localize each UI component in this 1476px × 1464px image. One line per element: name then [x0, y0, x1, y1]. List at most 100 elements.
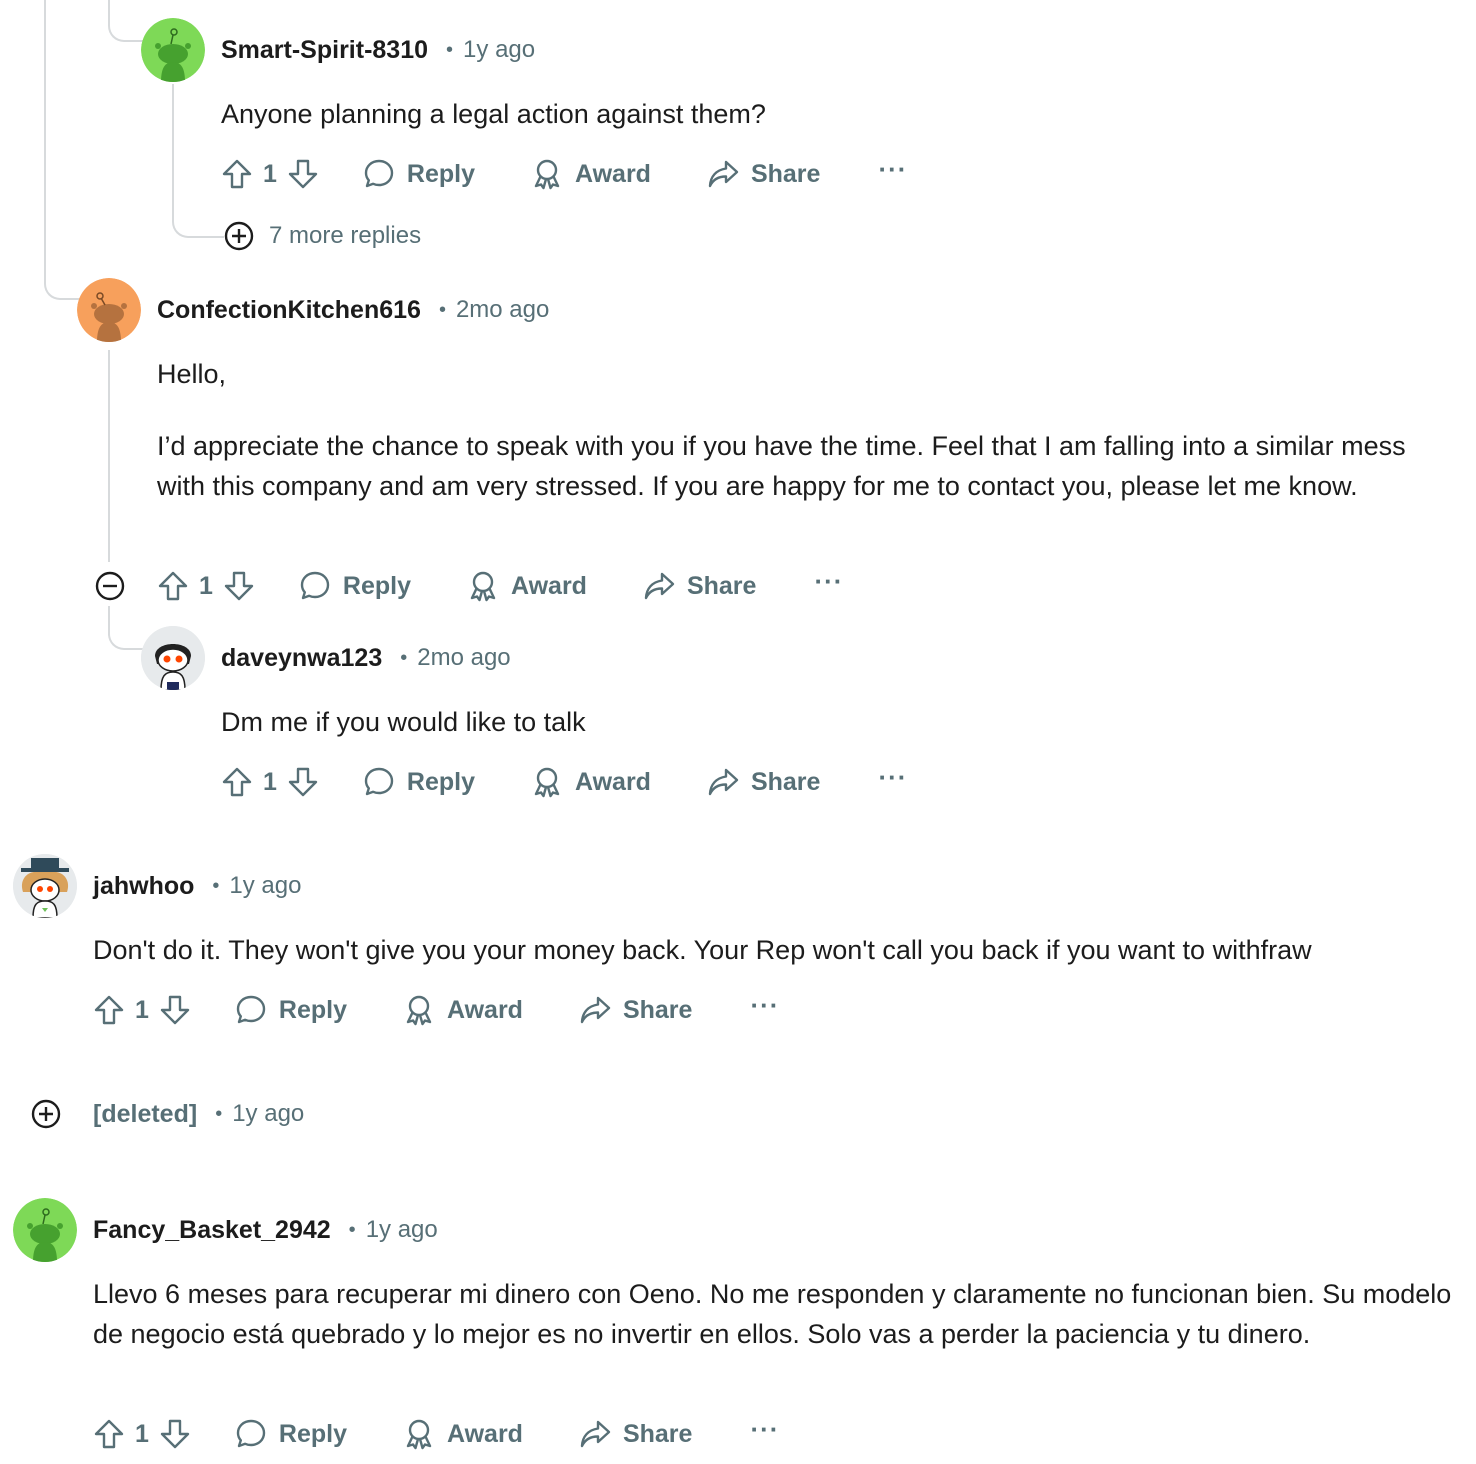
- award-button[interactable]: Award: [531, 158, 651, 190]
- custom-avatar-icon: [141, 626, 205, 690]
- comment-paragraph: Hello,: [157, 359, 227, 389]
- timestamp[interactable]: 2mo ago: [417, 644, 510, 672]
- share-label: Share: [750, 767, 821, 796]
- reply-button[interactable]: Reply: [363, 158, 475, 190]
- timestamp[interactable]: 1y ago: [229, 872, 301, 900]
- downvote-icon[interactable]: [287, 158, 319, 190]
- more-options-button[interactable]: ···: [878, 764, 907, 797]
- separator-dot: •: [446, 38, 454, 61]
- collapse-thread-icon[interactable]: [94, 570, 126, 602]
- share-button[interactable]: Share: [707, 766, 820, 798]
- upvote-icon[interactable]: [157, 570, 189, 602]
- comment-actions: 1 Reply Award Share ···: [93, 1412, 779, 1456]
- award-button[interactable]: Award: [403, 1418, 523, 1450]
- snoo-avatar-icon: [77, 278, 141, 342]
- award-button[interactable]: Award: [531, 766, 651, 798]
- share-button[interactable]: Share: [643, 570, 756, 602]
- timestamp[interactable]: 2mo ago: [456, 296, 549, 324]
- thread-line: [108, 350, 112, 562]
- separator-dot: •: [400, 646, 408, 669]
- share-icon: [579, 1418, 611, 1450]
- reply-button[interactable]: Reply: [235, 1418, 347, 1450]
- author-name[interactable]: jahwhoo: [93, 872, 194, 901]
- timestamp[interactable]: 1y ago: [232, 1100, 304, 1128]
- vote-count: 1: [263, 159, 277, 188]
- share-label: Share: [622, 1419, 693, 1448]
- award-label: Award: [511, 571, 587, 600]
- custom-avatar-icon: [13, 854, 77, 918]
- vote-count: 1: [263, 767, 277, 796]
- expand-thread-icon[interactable]: [30, 1098, 62, 1130]
- comment-body: Llevo 6 meses para recuperar mi dinero c…: [93, 1274, 1453, 1354]
- comment-meta: [deleted] • 1y ago: [93, 1094, 304, 1134]
- share-label: Share: [622, 995, 693, 1024]
- author-name[interactable]: Smart-Spirit-8310: [221, 36, 428, 65]
- share-button[interactable]: Share: [707, 158, 820, 190]
- comment-paragraph: I’d appreciate the chance to speak with …: [157, 431, 1406, 501]
- more-options-button[interactable]: ···: [750, 1416, 779, 1449]
- more-options-button[interactable]: ···: [878, 156, 907, 189]
- award-button[interactable]: Award: [403, 994, 523, 1026]
- downvote-icon[interactable]: [159, 1418, 191, 1450]
- author-name: [deleted]: [93, 1099, 198, 1128]
- vote-count: 1: [135, 995, 149, 1024]
- separator-dot: •: [348, 1218, 356, 1241]
- more-replies-link[interactable]: 7 more replies: [223, 220, 421, 252]
- more-options-button[interactable]: ···: [814, 568, 843, 601]
- comment-body: Dm me if you would like to talk: [221, 702, 1441, 742]
- author-name[interactable]: Fancy_Basket_2942: [93, 1216, 331, 1245]
- more-replies-label: 7 more replies: [269, 222, 422, 249]
- award-icon: [531, 766, 563, 798]
- reply-label: Reply: [278, 1419, 347, 1448]
- comment-meta: Fancy_Basket_2942 • 1y ago: [93, 1210, 438, 1250]
- thread-line: [172, 84, 224, 238]
- share-label: Share: [750, 159, 821, 188]
- avatar[interactable]: [13, 854, 77, 918]
- more-options-button[interactable]: ···: [750, 992, 779, 1025]
- downvote-icon[interactable]: [223, 570, 255, 602]
- award-button[interactable]: Award: [467, 570, 587, 602]
- reply-button[interactable]: Reply: [235, 994, 347, 1026]
- downvote-icon[interactable]: [287, 766, 319, 798]
- share-button[interactable]: Share: [579, 1418, 692, 1450]
- snoo-avatar-icon: [141, 18, 205, 82]
- share-label: Share: [686, 571, 757, 600]
- comment-bubble-icon: [299, 570, 331, 602]
- award-icon: [403, 1418, 435, 1450]
- expand-plus-icon: [223, 220, 255, 252]
- comment-meta: jahwhoo • 1y ago: [93, 866, 301, 906]
- avatar[interactable]: [77, 278, 141, 342]
- author-name[interactable]: daveynwa123: [221, 644, 382, 673]
- reply-button[interactable]: Reply: [363, 766, 475, 798]
- avatar[interactable]: [141, 18, 205, 82]
- reply-button[interactable]: Reply: [299, 570, 411, 602]
- upvote-icon[interactable]: [93, 994, 125, 1026]
- thread-line: [44, 0, 80, 300]
- upvote-icon[interactable]: [93, 1418, 125, 1450]
- avatar[interactable]: [141, 626, 205, 690]
- separator-dot: •: [215, 1102, 223, 1125]
- timestamp[interactable]: 1y ago: [366, 1216, 438, 1244]
- award-label: Award: [447, 995, 523, 1024]
- comment-paragraph: Llevo 6 meses para recuperar mi dinero c…: [93, 1279, 1452, 1349]
- avatar[interactable]: [13, 1198, 77, 1262]
- downvote-icon[interactable]: [159, 994, 191, 1026]
- upvote-icon[interactable]: [221, 158, 253, 190]
- separator-dot: •: [438, 298, 446, 321]
- upvote-icon[interactable]: [221, 766, 253, 798]
- award-label: Award: [447, 1419, 523, 1448]
- award-label: Award: [575, 767, 651, 796]
- award-icon: [467, 570, 499, 602]
- comment-actions: 1 Reply Award Share ···: [221, 760, 907, 804]
- comment-actions: 1 Reply Award Share ···: [93, 988, 779, 1032]
- timestamp[interactable]: 1y ago: [463, 36, 535, 64]
- share-icon: [579, 994, 611, 1026]
- vote-count: 1: [135, 1419, 149, 1448]
- comment-actions: 1 Reply Award Share ···: [221, 152, 907, 196]
- author-name[interactable]: ConfectionKitchen616: [157, 296, 421, 325]
- share-icon: [707, 766, 739, 798]
- share-button[interactable]: Share: [579, 994, 692, 1026]
- snoo-avatar-icon: [13, 1198, 77, 1262]
- reply-label: Reply: [406, 159, 475, 188]
- comment-body: Anyone planning a legal action against t…: [221, 94, 1441, 134]
